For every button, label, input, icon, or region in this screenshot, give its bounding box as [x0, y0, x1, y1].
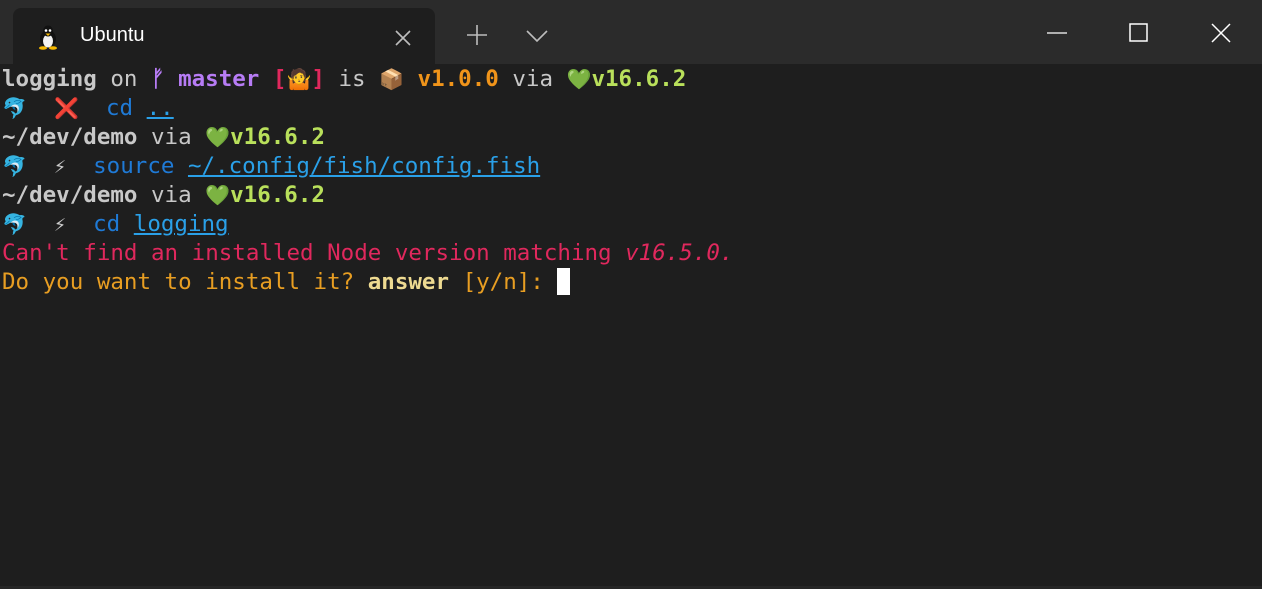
node-version: v16.6.2	[591, 66, 687, 92]
answer-label: answer	[367, 269, 450, 295]
command-argument[interactable]: logging	[134, 211, 229, 237]
tab-title: Ubuntu	[80, 24, 145, 46]
requested-version: v16.5.0.	[625, 240, 734, 266]
close-window-button[interactable]	[1180, 0, 1262, 64]
command-argument[interactable]: ..	[147, 95, 174, 121]
cross-mark-icon: ❌	[54, 96, 79, 120]
lightning-icon: ⚡	[54, 154, 67, 178]
git-branch: master	[164, 66, 273, 92]
close-icon	[1211, 23, 1231, 43]
package-version: v1.0.0	[404, 66, 499, 92]
command-line: 🐬 ⚡ cd logging	[2, 210, 229, 239]
prompt-line: logging on ᚠ master [🤷] is 📦 v1.0.0 via …	[2, 66, 687, 92]
command: source	[93, 153, 175, 179]
maximize-button[interactable]	[1098, 0, 1180, 64]
error-message: Can't find an installed Node version mat…	[2, 240, 734, 266]
text-cursor[interactable]	[557, 267, 571, 295]
prompt-line: ~/dev/demo via 💚v16.6.2	[2, 182, 325, 208]
git-branch-icon: ᚠ	[151, 66, 165, 92]
install-prompt: Do you want to install it? answer [y/n]:	[2, 267, 571, 297]
node-version: v16.6.2	[230, 124, 325, 150]
command-line: 🐬 ⚡ source ~/.config/fish/config.fish	[2, 152, 540, 181]
dolphin-icon: 🐬	[2, 96, 27, 120]
command: cd	[106, 95, 134, 121]
chevron-down-icon[interactable]	[524, 26, 550, 46]
dolphin-icon: 🐬	[2, 154, 27, 178]
answer-options: [y/n]:	[449, 269, 558, 295]
lightning-icon: ⚡	[54, 212, 67, 236]
tab-ubuntu[interactable]: Ubuntu	[13, 8, 435, 64]
command: cd	[93, 211, 121, 237]
command-argument[interactable]: ~/.config/fish/config.fish	[188, 153, 540, 179]
current-directory: logging	[2, 66, 97, 92]
tab-close-icon[interactable]	[391, 26, 415, 50]
minimize-button[interactable]	[1016, 0, 1098, 64]
current-directory: ~/dev/demo	[2, 124, 138, 150]
new-tab-plus-icon[interactable]	[464, 22, 490, 48]
green-heart-icon: 💚	[566, 67, 592, 91]
green-heart-icon: 💚	[205, 183, 231, 207]
terminal-output[interactable]: logging on ᚠ master [🤷] is 📦 v1.0.0 via …	[0, 64, 1262, 589]
prompt-line: ~/dev/demo via 💚v16.6.2	[2, 124, 325, 150]
green-heart-icon: 💚	[205, 125, 231, 149]
maximize-icon	[1129, 23, 1148, 42]
dolphin-icon: 🐬	[2, 212, 27, 236]
shrug-icon: 🤷	[286, 67, 312, 91]
minimize-icon	[1047, 32, 1067, 34]
command-line: 🐬 ❌ cd ..	[2, 94, 174, 123]
current-directory: ~/dev/demo	[2, 182, 138, 208]
title-bar: Ubuntu	[0, 0, 1262, 64]
package-icon: 📦	[379, 67, 404, 91]
linux-penguin-icon	[39, 25, 57, 50]
node-version: v16.6.2	[230, 182, 325, 208]
